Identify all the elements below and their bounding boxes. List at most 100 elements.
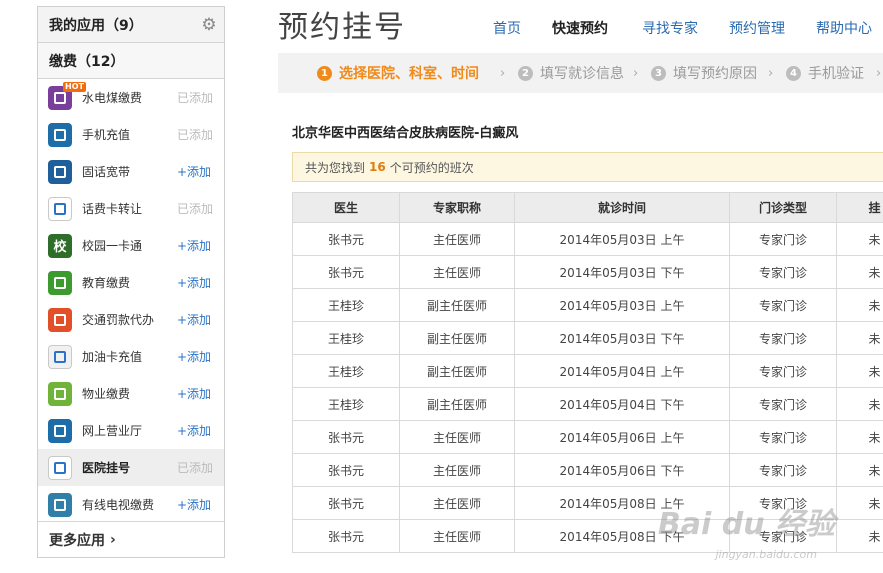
sidebar-app-item[interactable]: 固话宽带 +添加 [38,153,224,190]
col-header-time: 就诊时间 [514,192,730,223]
campus-card-icon: 校 [48,233,72,258]
notice-prefix: 共为您找到 [305,160,366,175]
table-row: 张书元 主任医师 2014年05月06日 上午 专家门诊未 [292,420,883,454]
time-cell: 2014年05月03日 上午 [514,222,730,256]
sidebar-app-item[interactable]: 网上营业厅 +添加 [38,412,224,449]
payment-section-title: 缴费（12） [49,53,125,70]
clinic-type-cell: 专家门诊 [729,354,837,388]
register-status-cell: 未 [836,420,883,454]
booking-steps: 1 选择医院、科室、时间 › 2 填写就诊信息 › 3 填写预约原因 › 4 手… [278,53,883,93]
table-row: 王桂珍 副主任医师 2014年05月04日 上午 专家门诊未 [292,354,883,388]
step-label: 填写预约原因 [673,66,757,82]
nav-find-expert[interactable]: 寻找专家 [642,18,698,38]
table-row: 张书元 主任医师 2014年05月06日 下午 专家门诊未 [292,453,883,487]
step-number: 2 [518,65,533,81]
add-app-button[interactable]: +添加 [177,385,211,402]
watermark: Bai du 经验 [657,507,835,542]
more-apps-link[interactable]: 更多应用 › [38,521,224,557]
step-arrow-icon: › [500,65,506,81]
col-header-doctor: 医生 [292,192,400,223]
step-booking-reason: 3 填写预约原因 [651,63,757,83]
register-status-cell: 未 [836,453,883,487]
table-row: 王桂珍 副主任医师 2014年05月03日 下午 专家门诊未 [292,321,883,355]
graduation-cap-icon [48,270,72,295]
register-status-cell: 未 [836,486,883,520]
sidebar-app-item[interactable]: 物业缴费 +添加 [38,375,224,412]
add-app-button[interactable]: +添加 [177,163,211,180]
sidebar-app-item[interactable]: 医院挂号 已添加 [38,449,224,486]
step-phone-verify: 4 手机验证 [786,63,864,83]
add-app-button[interactable]: +添加 [177,274,211,291]
result-count: 16 [369,160,386,174]
register-status-cell: 未 [836,255,883,289]
sidebar-app-item[interactable]: 加油卡充值 +添加 [38,338,224,375]
register-status-cell: 未 [836,519,883,553]
title-cell: 副主任医师 [399,354,515,388]
sidebar-app-item[interactable]: 校校园一卡通 +添加 [38,227,224,264]
sidebar-app-item[interactable]: 手机充值 已添加 [38,116,224,153]
register-status-cell: 未 [836,222,883,256]
title-cell: 副主任医师 [399,288,515,322]
col-header-register: 挂 [836,192,883,223]
add-app-button[interactable]: +添加 [177,422,211,439]
title-cell: 主任医师 [399,255,515,289]
doctor-cell: 王桂珍 [292,387,400,421]
nav-booking-management[interactable]: 预约管理 [729,18,785,38]
sidebar-app-item[interactable]: 交通罚款代办 +添加 [38,301,224,338]
hospital-department-title: 北京华医中西医结合皮肤病医院-白癜风 [292,126,519,141]
time-cell: 2014年05月04日 上午 [514,354,730,388]
time-cell: 2014年05月03日 下午 [514,255,730,289]
add-app-button[interactable]: +添加 [177,237,211,254]
title-cell: 副主任医师 [399,387,515,421]
title-cell: 主任医师 [399,453,515,487]
col-header-clinic-type: 门诊类型 [729,192,837,223]
app-sidebar: 我的应用（9） ⚙ 缴费（12） HOT 水电煤缴费 已添加 手机充值 已添加 固话宽带 +… [37,6,225,558]
title-cell: 主任医师 [399,222,515,256]
hospital-register-icon [48,455,72,480]
step-arrow-icon: › [768,65,774,81]
hot-badge: HOT [63,81,86,92]
step-number: 4 [786,65,801,81]
step-label: 手机验证 [808,66,864,82]
fuel-pump-icon [48,344,72,369]
step-visit-info: 2 填写就诊信息 [518,63,624,83]
time-cell: 2014年05月04日 下午 [514,387,730,421]
sidebar-app-item[interactable]: 教育缴费 +添加 [38,264,224,301]
landline-broadband-icon [48,159,72,184]
cable-tv-icon [48,492,72,517]
clinic-type-cell: 专家门诊 [729,288,837,322]
doctor-cell: 王桂珍 [292,288,400,322]
add-app-button[interactable]: +添加 [177,311,211,328]
doctor-cell: 张书元 [292,222,400,256]
added-status: 已添加 [177,128,214,142]
top-nav: 首页 快速预约 寻找专家 预约管理 帮助中心 [0,18,883,38]
clinic-type-cell: 专家门诊 [729,420,837,454]
add-app-button[interactable]: +添加 [177,348,211,365]
register-status-cell: 未 [836,321,883,355]
doctor-cell: 王桂珍 [292,354,400,388]
nav-home[interactable]: 首页 [493,18,521,38]
title-cell: 主任医师 [399,519,515,553]
nav-help-center[interactable]: 帮助中心 [816,18,872,38]
payment-section-header: 缴费（12） [38,43,224,79]
sidebar-app-item[interactable]: HOT 水电煤缴费 已添加 [38,79,224,116]
title-cell: 主任医师 [399,420,515,454]
more-apps-label: 更多应用 [49,532,105,549]
step-select-hospital: 1 选择医院、科室、时间 [317,63,479,83]
nav-quick-booking[interactable]: 快速预约 [552,18,608,38]
phone-card-icon [48,196,72,221]
add-app-button[interactable]: +添加 [177,496,211,513]
added-status: 已添加 [177,91,214,105]
sidebar-app-item[interactable]: 有线电视缴费 +添加 [38,486,224,523]
step-number: 3 [651,65,666,81]
time-cell: 2014年05月03日 上午 [514,288,730,322]
doctor-cell: 张书元 [292,519,400,553]
register-status-cell: 未 [836,387,883,421]
time-cell: 2014年05月06日 上午 [514,420,730,454]
traffic-car-icon [48,307,72,332]
app-list: HOT 水电煤缴费 已添加 手机充值 已添加 固话宽带 +添加 话费卡转让 已添加校校园一卡通 +… [38,79,224,523]
register-status-cell: 未 [836,288,883,322]
step-arrow-icon: › [633,65,639,81]
notice-suffix: 个可预约的班次 [389,160,474,175]
sidebar-app-item[interactable]: 话费卡转让 已添加 [38,190,224,227]
